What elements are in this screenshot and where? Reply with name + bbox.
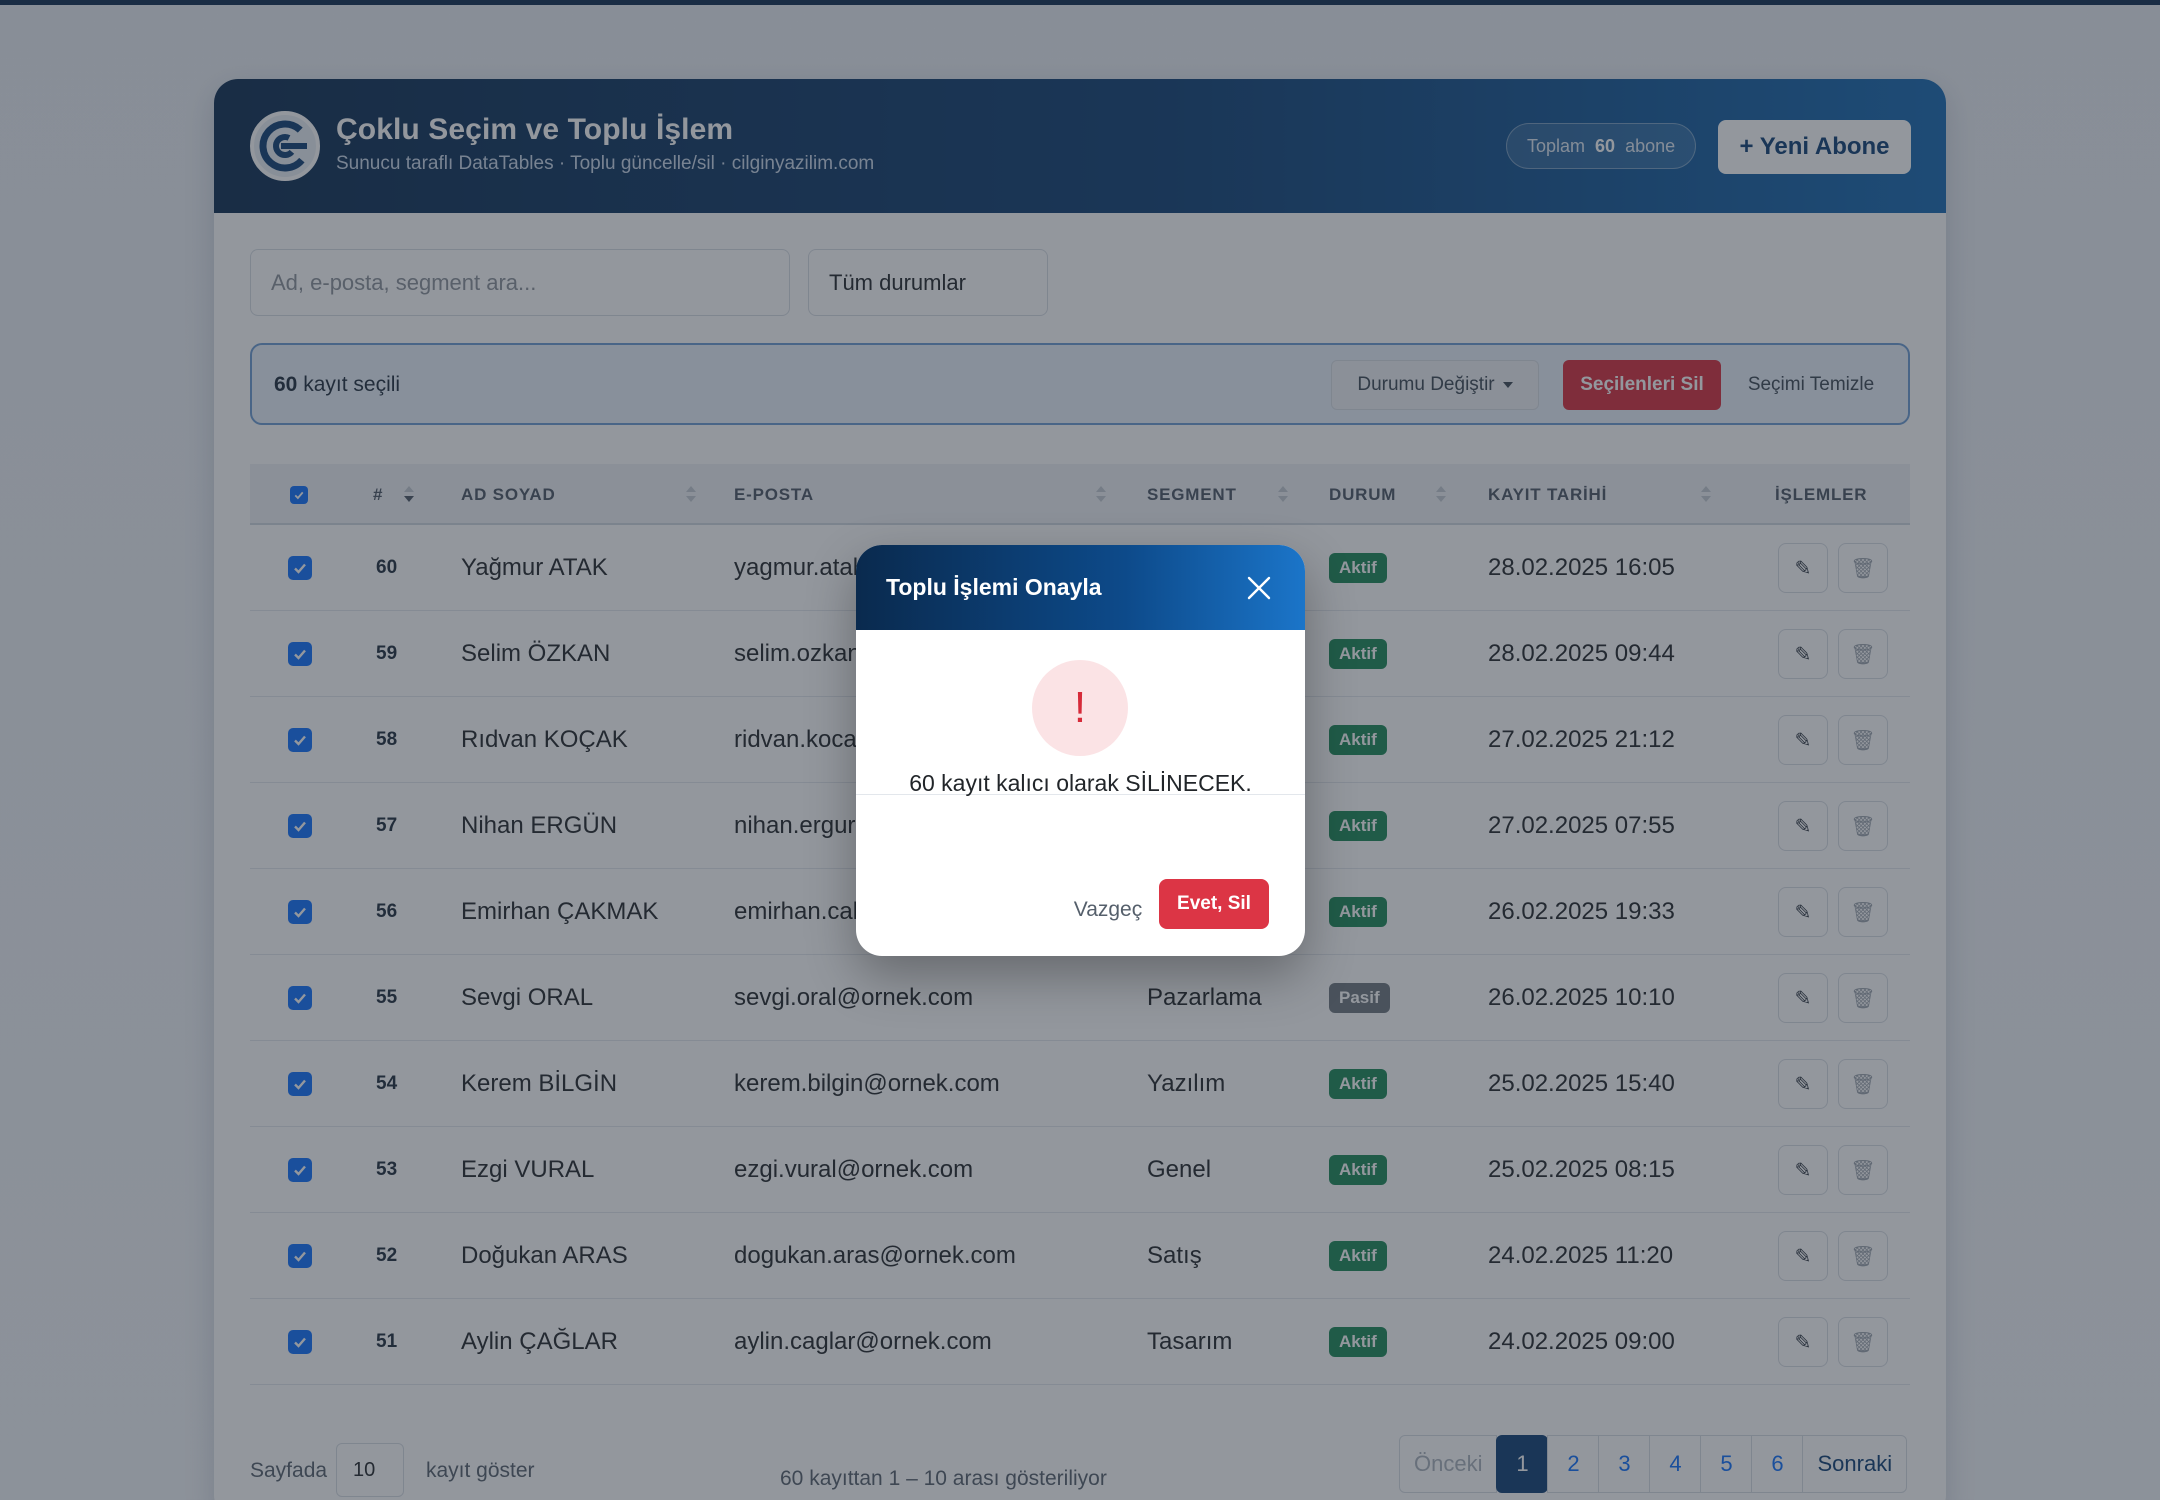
modal-header: Toplu İşlemi Onayla <box>856 545 1305 630</box>
modal-message: 60 kayıt kalıcı olarak SİLİNECEK. <box>909 770 1252 796</box>
close-icon[interactable] <box>1244 573 1274 603</box>
modal-title: Toplu İşlemi Onayla <box>886 574 1102 600</box>
cancel-button[interactable]: Vazgeç <box>1064 890 1152 930</box>
confirm-bulk-modal: Toplu İşlemi Onayla ! 60 kayıt kalıcı ol… <box>856 545 1305 956</box>
warning-mark: ! <box>1073 683 1087 732</box>
warning-icon: ! <box>1032 660 1128 756</box>
confirm-delete-button[interactable]: Evet, Sil <box>1159 879 1269 929</box>
modal-body: ! 60 kayıt kalıcı olarak SİLİNECEK. <box>856 630 1305 796</box>
